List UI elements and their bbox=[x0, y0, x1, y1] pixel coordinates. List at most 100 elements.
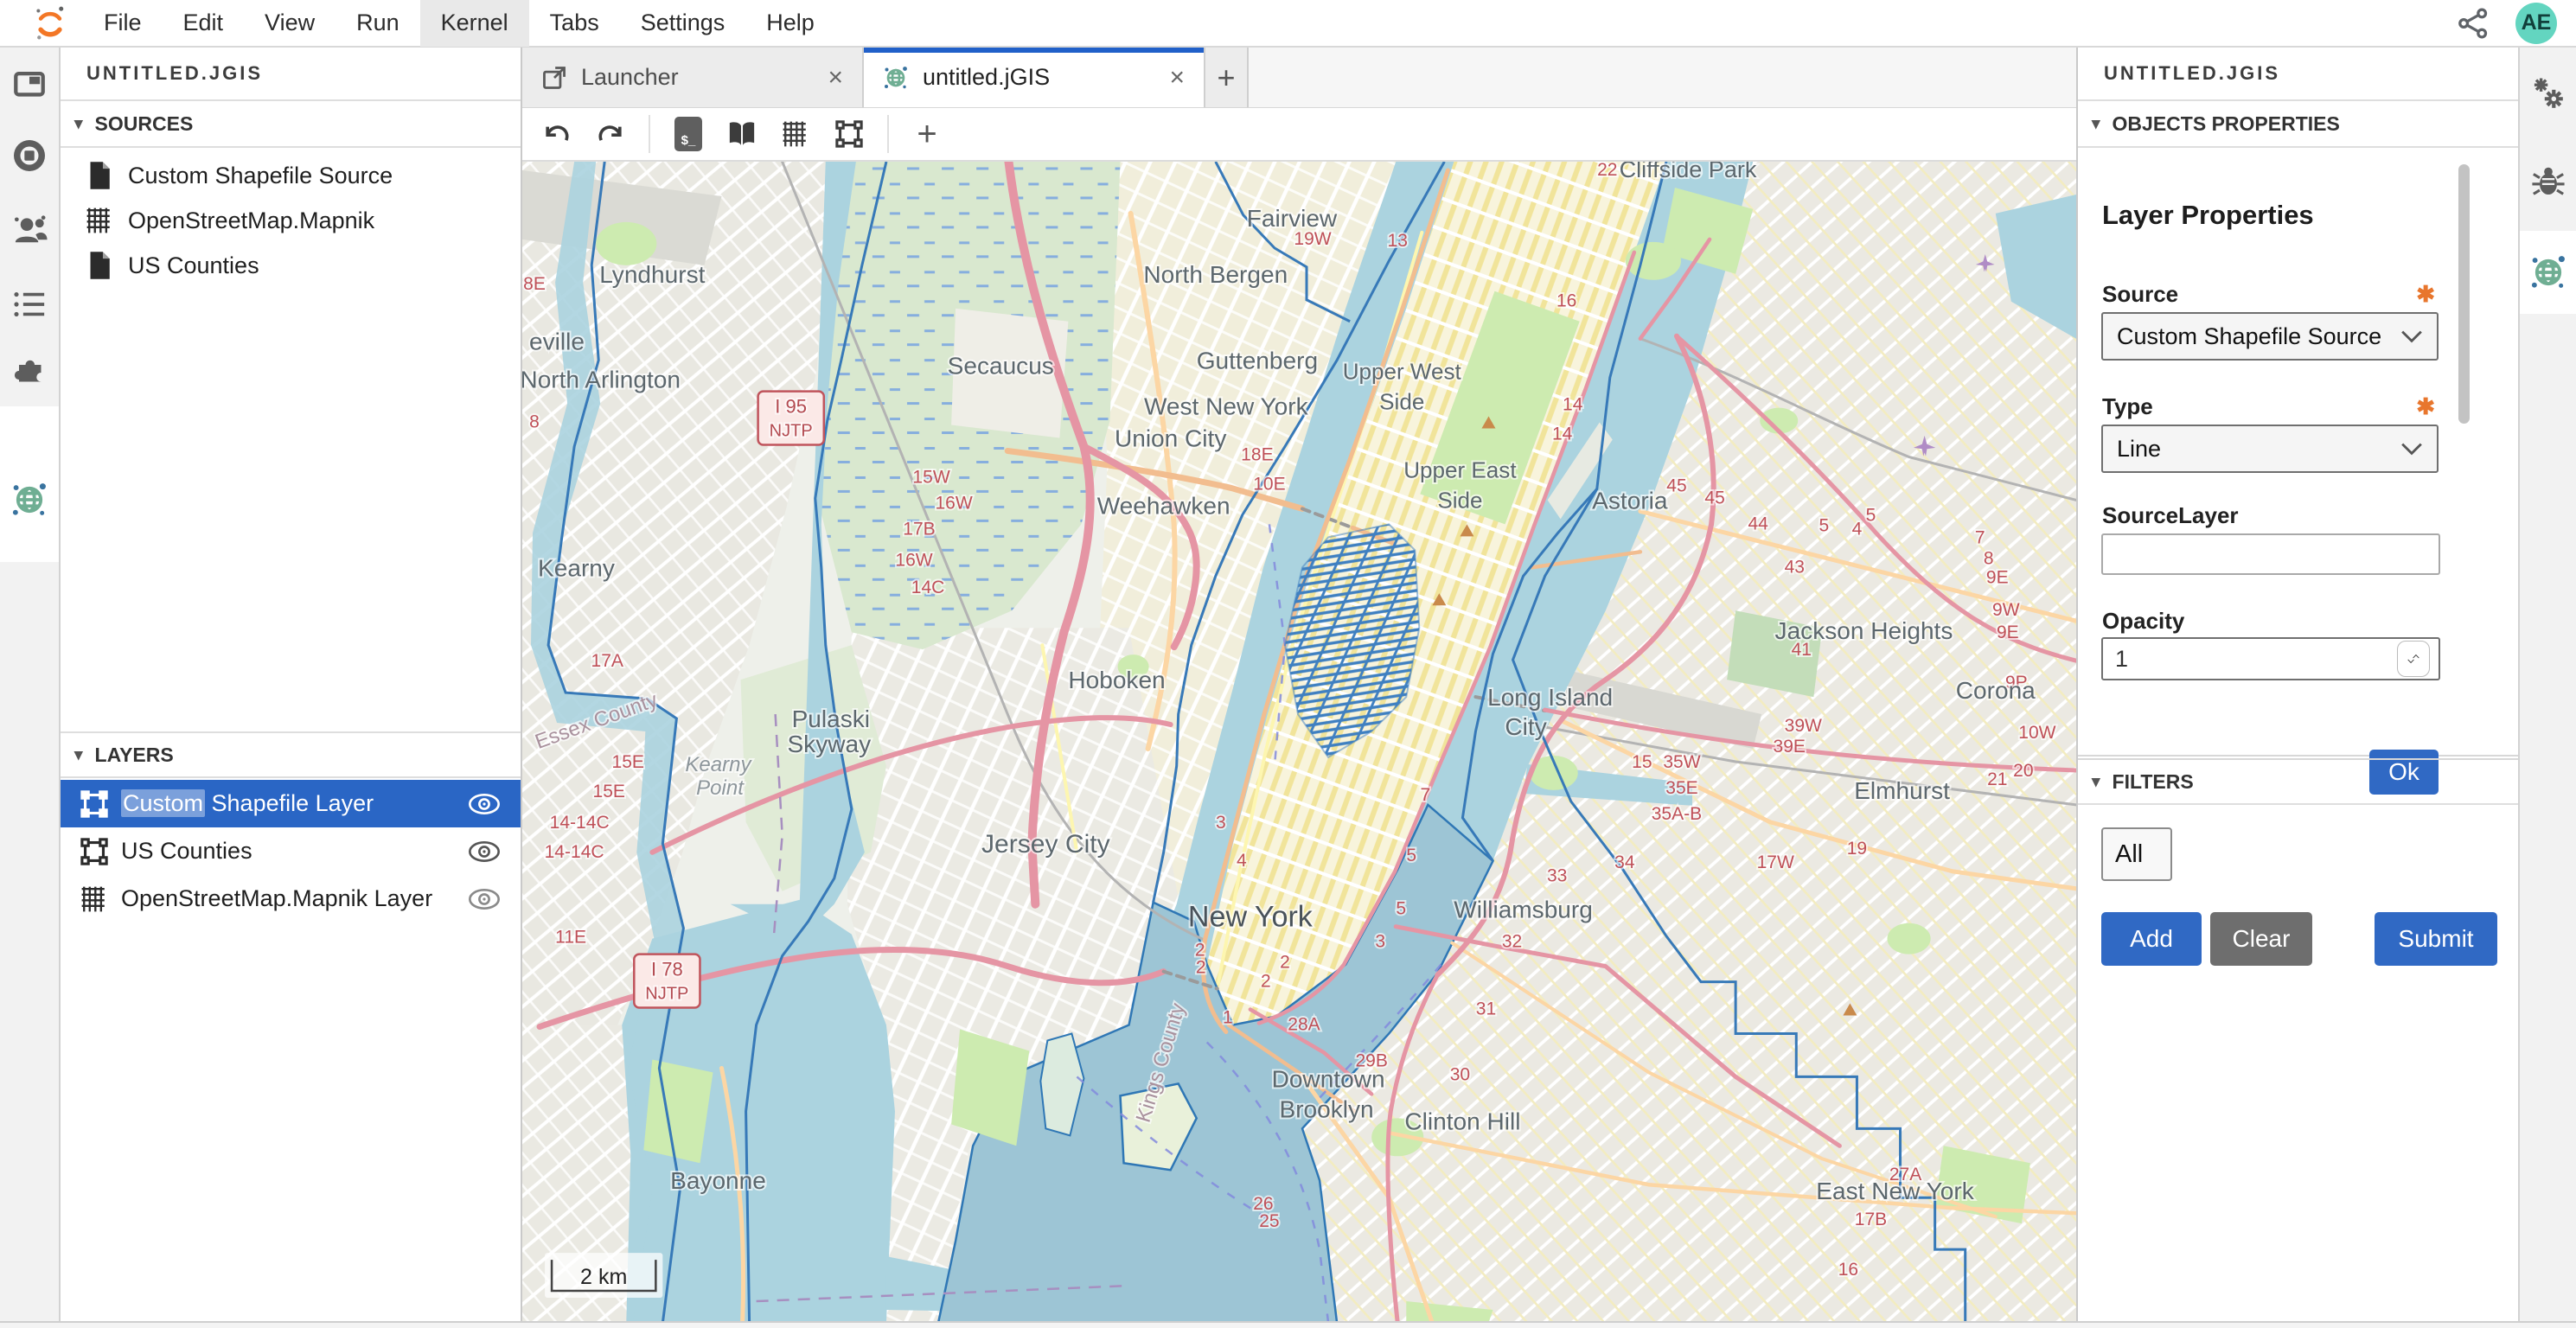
map-route-label: 8E bbox=[523, 274, 546, 294]
map-route-label: 45 bbox=[1666, 476, 1686, 495]
menu-view[interactable]: View bbox=[244, 0, 336, 47]
objects-properties-header[interactable]: ▾ OBJECTS PROPERTIES bbox=[2078, 101, 2518, 148]
map-route-label: 15E bbox=[612, 752, 644, 772]
menu-help[interactable]: Help bbox=[745, 0, 835, 47]
map-route-label: 7 bbox=[1975, 527, 1985, 547]
map-route-label: 20 bbox=[2013, 761, 2033, 781]
submit-filters-button[interactable]: Submit bbox=[2375, 912, 2497, 966]
new-vector-layer-button[interactable] bbox=[827, 112, 872, 156]
close-tab-icon[interactable]: × bbox=[1169, 63, 1185, 93]
tab-launcher[interactable]: Launcher × bbox=[522, 48, 864, 107]
new-raster-layer-button[interactable] bbox=[773, 112, 818, 156]
share-icon[interactable] bbox=[2457, 7, 2490, 40]
console-button[interactable]: $_ bbox=[666, 112, 711, 156]
property-inspector-icon[interactable] bbox=[2530, 75, 2566, 112]
debugger-icon[interactable] bbox=[2531, 164, 2566, 199]
map-place-label: Clinton Hill bbox=[1404, 1108, 1520, 1134]
undo-button[interactable] bbox=[534, 112, 579, 156]
type-select[interactable]: Line bbox=[2101, 425, 2439, 473]
clear-filters-button[interactable]: Clear bbox=[2210, 912, 2312, 966]
close-tab-icon[interactable]: × bbox=[828, 63, 843, 93]
map-route-label: 35W bbox=[1663, 752, 1700, 772]
filters-label: FILTERS bbox=[2113, 770, 2194, 794]
redo-button[interactable] bbox=[588, 112, 633, 156]
stepper-arrows-icon[interactable] bbox=[2397, 641, 2430, 677]
visibility-eye-icon[interactable] bbox=[467, 839, 502, 865]
source-select[interactable]: Custom Shapefile Source bbox=[2101, 312, 2439, 361]
file-browser-icon[interactable] bbox=[12, 67, 47, 102]
layer-row-openstreetmap[interactable]: OpenStreetMap.Mapnik Layer bbox=[61, 875, 521, 923]
map-route-label: 9E bbox=[1986, 567, 2009, 587]
map-route-label: 30 bbox=[1450, 1064, 1470, 1084]
map-route-label: 33 bbox=[1547, 866, 1567, 886]
map-place-label: New York bbox=[1188, 901, 1314, 934]
map-route-label: 17W bbox=[1757, 852, 1794, 872]
layer-row-us-counties[interactable]: US Counties bbox=[61, 827, 521, 875]
extension-manager-icon[interactable] bbox=[11, 352, 48, 388]
menu-run[interactable]: Run bbox=[336, 0, 420, 47]
filter-logic-select[interactable]: All bbox=[2101, 827, 2172, 881]
layers-section-header[interactable]: ▾ LAYERS bbox=[61, 731, 521, 778]
new-tab-button[interactable]: + bbox=[1205, 48, 1249, 107]
running-kernels-icon[interactable] bbox=[11, 137, 48, 174]
table-of-contents-icon[interactable] bbox=[12, 289, 47, 320]
map-route-label: 16W bbox=[895, 550, 932, 570]
source-item-custom-shapefile[interactable]: Custom Shapefile Source bbox=[61, 153, 521, 198]
map-route-label: 16W bbox=[935, 493, 972, 513]
layer-row-custom-shapefile[interactable]: Custom Shapefile Layer bbox=[61, 780, 521, 827]
collapse-caret-icon: ▾ bbox=[74, 114, 83, 134]
sourcelayer-field-label: SourceLayer bbox=[2102, 502, 2239, 529]
map-route-label: 5 bbox=[1819, 515, 1829, 535]
map-place-label: East New York bbox=[1816, 1178, 1974, 1204]
map-canvas[interactable]: I 95NJTPI 78NJTP 19W221618E10E13141416W1… bbox=[522, 162, 2076, 1323]
avatar[interactable]: AE bbox=[2515, 3, 2557, 44]
opacity-stepper[interactable]: 1 bbox=[2101, 637, 2440, 680]
map-route-label: 17B bbox=[903, 519, 935, 539]
type-field-label: Type bbox=[2102, 393, 2153, 420]
menu-tabs[interactable]: Tabs bbox=[529, 0, 620, 47]
map-route-label: 13 bbox=[1388, 231, 1408, 251]
map-place-label: Side bbox=[1437, 487, 1482, 513]
map-route-label: 15W bbox=[912, 467, 949, 487]
map-route-label: 14-14C bbox=[550, 813, 610, 833]
add-layer-button[interactable]: + bbox=[904, 112, 949, 156]
map-place-label: Fairview bbox=[1247, 205, 1338, 232]
map-route-label: 9W bbox=[1992, 600, 2020, 620]
jupytergis-panel-icon[interactable] bbox=[10, 481, 48, 519]
map-svg: I 95NJTPI 78NJTP 19W221618E10E13141416W1… bbox=[522, 162, 2076, 1323]
map-route-label: 8 bbox=[529, 412, 540, 432]
menu-kernel[interactable]: Kernel bbox=[420, 0, 529, 47]
menu-settings[interactable]: Settings bbox=[620, 0, 746, 47]
map-route-label: 18E bbox=[1241, 445, 1273, 465]
collaborators-icon[interactable] bbox=[10, 214, 48, 248]
map-route-label: 16 bbox=[1556, 291, 1576, 311]
basemap-book-button[interactable] bbox=[719, 112, 764, 156]
sourcelayer-input[interactable] bbox=[2101, 533, 2440, 575]
filters-header[interactable]: ▾ FILTERS bbox=[2078, 758, 2518, 805]
source-item-openstreetmap[interactable]: OpenStreetMap.Mapnik bbox=[61, 198, 521, 243]
source-label: US Counties bbox=[128, 252, 259, 279]
map-place-label: Point bbox=[696, 776, 745, 800]
visibility-eye-icon[interactable] bbox=[467, 791, 502, 817]
sources-section-header[interactable]: ▾ SOURCES bbox=[61, 101, 521, 148]
menu-file[interactable]: File bbox=[83, 0, 163, 47]
tab-untitled-jgis[interactable]: untitled.jGIS × bbox=[864, 48, 1205, 107]
map-route-label: 2 bbox=[1280, 953, 1290, 973]
add-filter-button[interactable]: Add bbox=[2101, 912, 2202, 966]
menu-edit[interactable]: Edit bbox=[163, 0, 245, 47]
visibility-eye-icon[interactable] bbox=[467, 886, 502, 912]
menubar: File Edit View Run Kernel Tabs Settings … bbox=[0, 0, 2576, 48]
source-select-value: Custom Shapefile Source bbox=[2117, 323, 2381, 350]
source-field-label: Source bbox=[2102, 281, 2178, 308]
panel-scrollbar-thumb[interactable] bbox=[2458, 164, 2470, 424]
raster-grid-icon bbox=[85, 206, 114, 235]
map-route-label: 3 bbox=[1216, 813, 1226, 833]
map-route-label: 14C bbox=[911, 578, 945, 597]
file-icon bbox=[85, 161, 114, 190]
source-item-us-counties[interactable]: US Counties bbox=[61, 243, 521, 288]
shield-number: I 95 bbox=[775, 396, 807, 418]
jupytergis-panel-icon[interactable] bbox=[2529, 253, 2567, 291]
vector-square-icon bbox=[80, 837, 109, 866]
right-activity-bar bbox=[2518, 48, 2576, 1328]
map-place-label: Upper West bbox=[1343, 359, 1462, 385]
